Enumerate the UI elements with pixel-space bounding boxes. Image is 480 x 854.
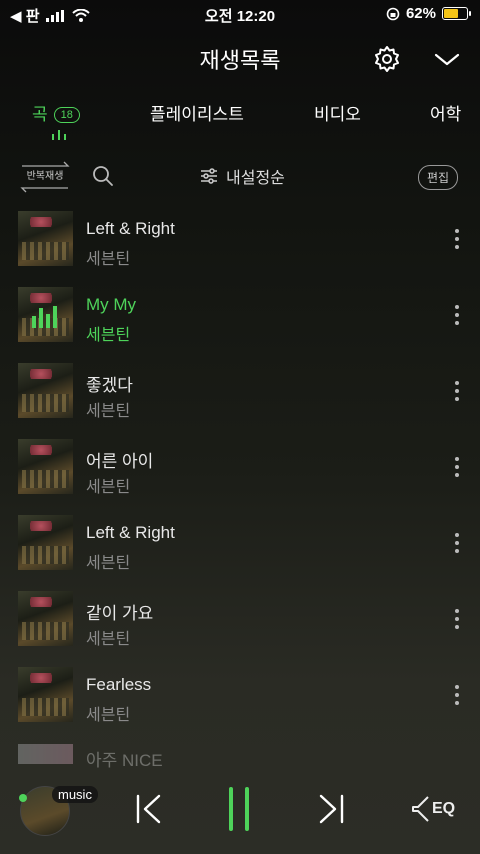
song-artist: 세븐틴: [86, 631, 131, 648]
song-artist: 세븐틴: [86, 327, 131, 344]
album-art: [18, 287, 73, 342]
status-right: 62%: [386, 5, 471, 22]
toolbar: 반복재생 내설정순 편집: [0, 158, 480, 194]
chevron-down-icon: [434, 53, 460, 66]
album-art: [18, 363, 73, 418]
rotation-lock-icon: [386, 7, 400, 20]
music-tag: music: [52, 786, 98, 803]
gear-icon: [375, 46, 399, 72]
status-bar: ◀ 판 오전 12:20 62%: [0, 0, 480, 28]
song-count-badge: 18: [53, 107, 80, 123]
pause-button[interactable]: [224, 786, 254, 832]
song-title: 아주 NICE: [86, 751, 163, 770]
list-item[interactable]: 어른 아이 세븐틴: [0, 433, 480, 503]
now-playing-dot: [19, 794, 27, 802]
pause-icon: [229, 787, 249, 831]
more-options-icon[interactable]: [450, 607, 464, 631]
now-playing-icon: [32, 306, 57, 328]
album-art: [18, 515, 73, 570]
tab-songs[interactable]: 곡 18: [32, 100, 80, 125]
album-art: [18, 211, 73, 266]
sort-label: 내설정순: [226, 170, 285, 187]
eq-label: EQ: [432, 800, 456, 817]
collapse-button[interactable]: [432, 48, 462, 70]
song-title: Left & Right: [86, 219, 175, 238]
song-title: 같이 가요: [86, 604, 154, 623]
tab-playlists[interactable]: 플레이리스트: [150, 100, 244, 125]
song-artist: 세븐틴: [86, 707, 131, 724]
song-artist: 세븐틴: [86, 555, 131, 572]
album-art: [18, 591, 73, 646]
search-icon: [93, 166, 113, 186]
song-title: 좋겠다: [86, 376, 133, 395]
album-art: [18, 667, 73, 722]
more-options-icon[interactable]: [450, 531, 464, 555]
speaker-icon: [412, 796, 429, 822]
tab-language[interactable]: 어학: [430, 100, 461, 125]
mini-player: music EQ: [0, 770, 480, 854]
skip-next-icon: [319, 794, 344, 824]
previous-button[interactable]: [132, 792, 166, 826]
skip-previous-icon: [136, 794, 161, 824]
list-item[interactable]: My My 세븐틴: [0, 281, 480, 351]
album-art: [18, 744, 73, 764]
edit-button[interactable]: 편집: [418, 165, 459, 190]
battery-fill: [444, 9, 458, 18]
more-options-icon[interactable]: [450, 303, 464, 327]
list-item[interactable]: Fearless 세븐틴: [0, 661, 480, 731]
more-options-icon[interactable]: [450, 227, 464, 251]
tab-bar: 곡 18 플레이리스트 비디오 어학: [0, 98, 480, 142]
repeat-button[interactable]: 반복재생: [18, 160, 72, 194]
sliders-icon: [201, 168, 217, 184]
list-item[interactable]: 같이 가요 세븐틴: [0, 585, 480, 655]
song-artist: 세븐틴: [86, 403, 131, 420]
song-artist: 세븐틴: [86, 251, 131, 268]
album-art: [18, 439, 73, 494]
list-item[interactable]: Left & Right 세븐틴: [0, 205, 480, 275]
search-button[interactable]: [92, 165, 114, 187]
sort-button[interactable]: 내설정순: [200, 164, 285, 188]
song-title: Left & Right: [86, 523, 175, 542]
more-options-icon[interactable]: [450, 455, 464, 479]
tab-songs-label: 곡: [32, 105, 48, 124]
page-title: 재생목록: [199, 48, 281, 73]
list-item[interactable]: Left & Right 세븐틴: [0, 509, 480, 579]
header: 재생목록: [0, 40, 480, 76]
battery-icon: [442, 7, 471, 20]
battery-percent: 62%: [405, 5, 436, 22]
settings-button[interactable]: [372, 44, 402, 74]
active-tab-indicator: [52, 130, 66, 140]
more-options-icon[interactable]: [450, 683, 464, 707]
list-item[interactable]: 좋겠다 세븐틴: [0, 357, 480, 427]
tab-video[interactable]: 비디오: [314, 100, 361, 125]
repeat-label: 반복재생: [26, 171, 64, 182]
equalizer-button[interactable]: EQ: [410, 792, 460, 826]
song-title: 어른 아이: [86, 452, 154, 471]
song-title: My My: [86, 295, 137, 314]
song-artist: 세븐틴: [86, 479, 131, 496]
next-button[interactable]: [314, 792, 348, 826]
more-options-icon[interactable]: [450, 379, 464, 403]
song-title: Fearless: [86, 675, 152, 694]
